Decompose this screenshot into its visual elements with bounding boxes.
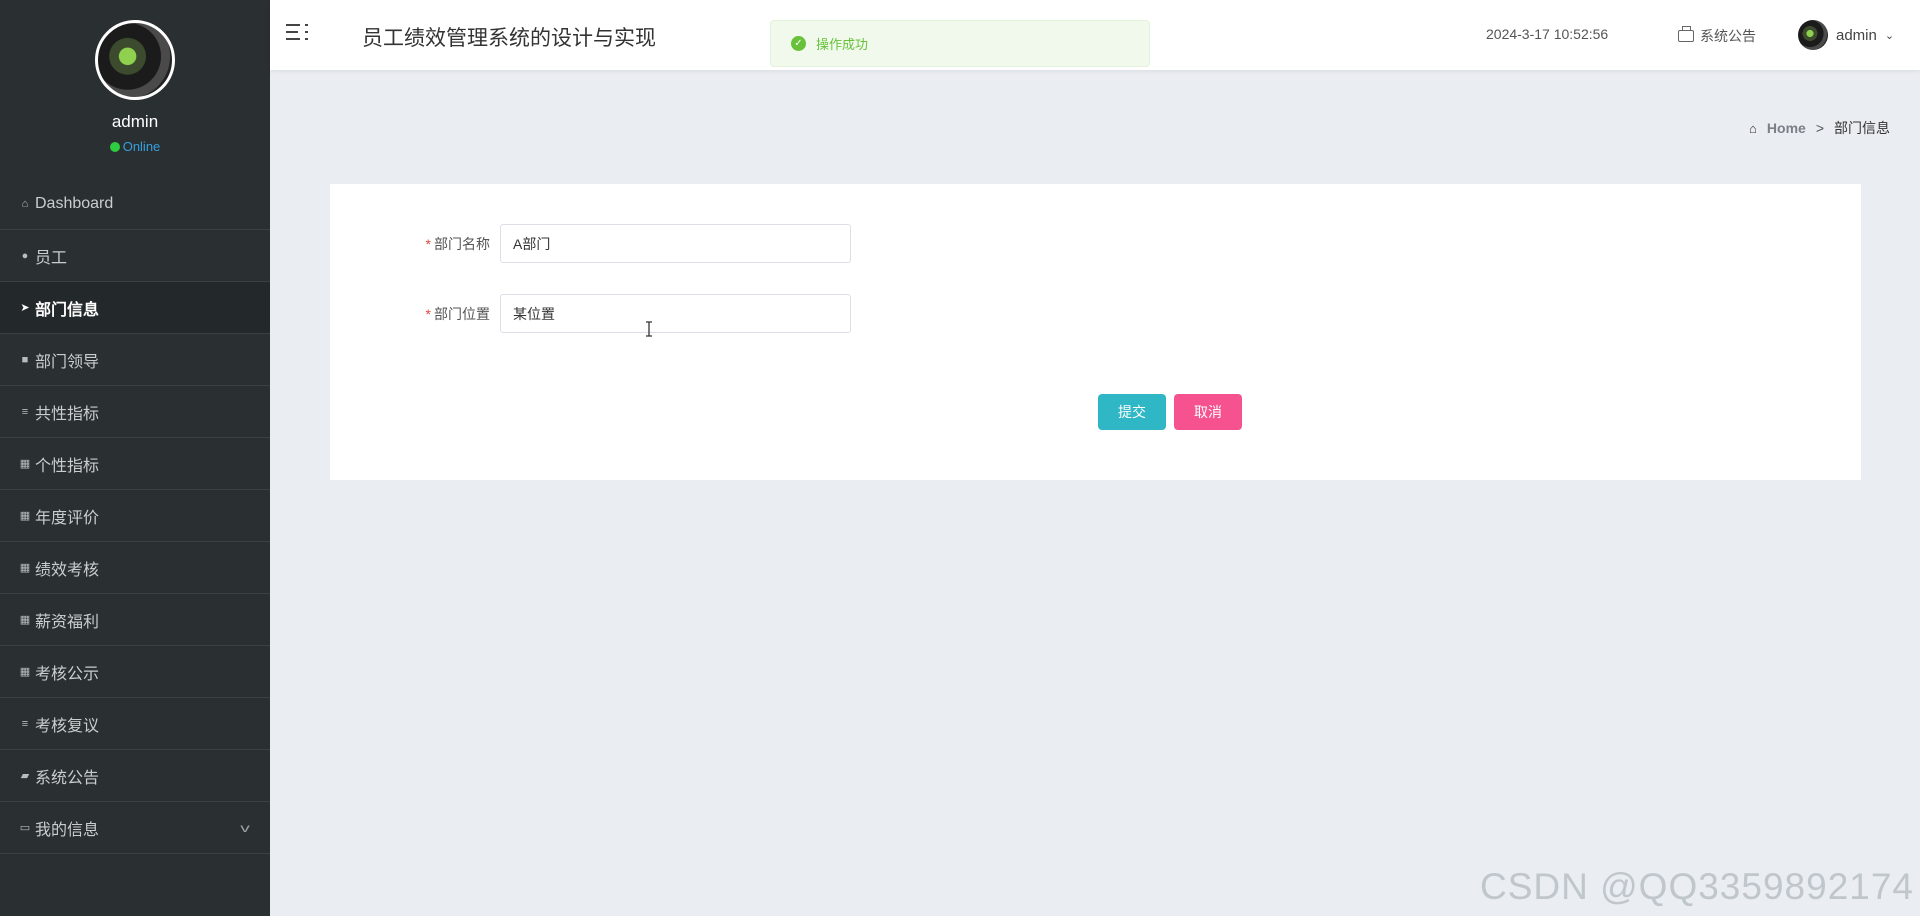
home-icon: ⌂ [1749,120,1757,136]
text-cursor-icon [646,321,652,337]
sidebar-menu: ⌂ Dashboard ● 员工 ➤ 部门信息 ■ 部门领导 ≡ 共性指标 ▦ … [0,178,270,854]
grid-icon: ▦ [19,666,31,678]
sidebar-item-review-publicity[interactable]: ▦ 考核公示 [0,646,270,698]
current-datetime: 2024-3-17 10:52:56 [1486,26,1609,42]
sidebar-item-annual-evaluation[interactable]: ▦ 年度评价 [0,490,270,542]
grid-icon: ▦ [19,614,31,626]
sidebar-item-label: 系统公告 [35,769,100,787]
ticket-icon: ▰ [20,770,30,782]
menu-toggle-icon[interactable] [286,24,308,44]
sidebar-item-department-leader[interactable]: ■ 部门领导 [0,334,270,386]
grid-icon: ▦ [19,562,31,574]
watermark: CSDN @QQ3359892174 [1479,866,1914,907]
form-row-department-name: * 部门名称 [330,224,851,263]
grid-icon: ▦ [19,510,31,522]
send-icon: ➤ [20,302,30,314]
status-text: Online [122,139,161,154]
sidebar-item-common-indicators[interactable]: ≡ 共性指标 [0,386,270,438]
chevron-down-icon[interactable]: v [240,821,250,835]
list-icon: ≡ [21,717,29,730]
notice-icon [1678,26,1694,42]
department-name-label: * 部门名称 [330,234,500,254]
breadcrumb-separator: > [1815,120,1824,136]
grid-icon: ▦ [19,458,31,470]
sidebar-item-department[interactable]: ➤ 部门信息 [0,282,270,334]
sidebar-item-label: 个性指标 [35,457,100,475]
home-icon: ⌂ [21,197,29,210]
sidebar-item-label: 共性指标 [35,405,100,423]
profile-status: Online [109,139,161,154]
breadcrumb-home-link[interactable]: Home [1767,120,1806,136]
avatar [1798,20,1828,50]
sidebar-item-personal-indicators[interactable]: ▦ 个性指标 [0,438,270,490]
sidebar-item-salary-benefits[interactable]: ▦ 薪资福利 [0,594,270,646]
chat-icon: ■ [21,353,29,366]
chevron-down-icon: ⌄ [1884,29,1895,42]
user-menu[interactable]: admin ⌄ [1798,20,1894,50]
department-name-input[interactable] [500,224,851,263]
sidebar-item-announcements[interactable]: ▰ 系统公告 [0,750,270,802]
list-icon: ≡ [21,405,29,418]
app-title: 员工绩效管理系统的设计与实现 [362,27,656,50]
toast-message: 操作成功 [816,37,869,52]
sidebar-item-my-info[interactable]: ▭ 我的信息 v [0,802,270,854]
sidebar-item-label: 考核公示 [35,665,100,683]
sidebar-item-performance-review[interactable]: ▦ 绩效考核 [0,542,270,594]
sidebar-item-label: 我的信息 [35,821,100,839]
sidebar-item-label: 绩效考核 [35,561,100,579]
notice-label: 系统公告 [1700,28,1756,44]
form-row-department-location: * 部门位置 [330,294,851,333]
field-label-text: 部门位置 [434,305,490,322]
submit-button[interactable]: 提交 [1098,394,1166,430]
breadcrumb-current: 部门信息 [1834,120,1890,136]
sidebar-item-label: 部门领导 [35,353,100,371]
sidebar: admin Online ⌂ Dashboard ● 员工 ➤ 部门信息 ■ 部… [0,0,270,916]
header-user-name: admin [1836,26,1877,44]
sidebar-item-label: 部门信息 [35,301,100,319]
check-circle-icon: ✓ [791,36,806,51]
sidebar-item-label: 考核复议 [35,717,100,735]
cancel-button[interactable]: 取消 [1174,394,1242,430]
sidebar-item-employee[interactable]: ● 员工 [0,230,270,282]
field-label-text: 部门名称 [434,235,490,252]
department-location-input[interactable] [500,294,851,333]
sidebar-item-label: 年度评价 [35,509,100,527]
required-mark: * [425,235,431,252]
success-toast: ✓ 操作成功 [770,20,1150,67]
sidebar-item-review-appeal[interactable]: ≡ 考核复议 [0,698,270,750]
sidebar-item-label: Dashboard [35,194,114,212]
avatar [95,20,175,100]
online-dot-icon [109,141,120,152]
breadcrumb: ⌂ Home > 部门信息 [1749,118,1890,138]
sidebar-item-dashboard[interactable]: ⌂ Dashboard [0,178,270,230]
sidebar-profile: admin Online [0,0,270,178]
department-location-label: * 部门位置 [330,304,500,324]
sidebar-item-label: 薪资福利 [35,613,100,631]
sidebar-item-label: 员工 [35,249,68,267]
pin-icon: ● [21,249,29,262]
system-notice-link[interactable]: 系统公告 [1678,26,1756,46]
required-mark: * [425,305,431,322]
card-icon: ▭ [19,822,31,834]
profile-name: admin [111,112,159,131]
department-form-card: *部门名称 *部门位置 提交 取消 [330,184,1861,480]
